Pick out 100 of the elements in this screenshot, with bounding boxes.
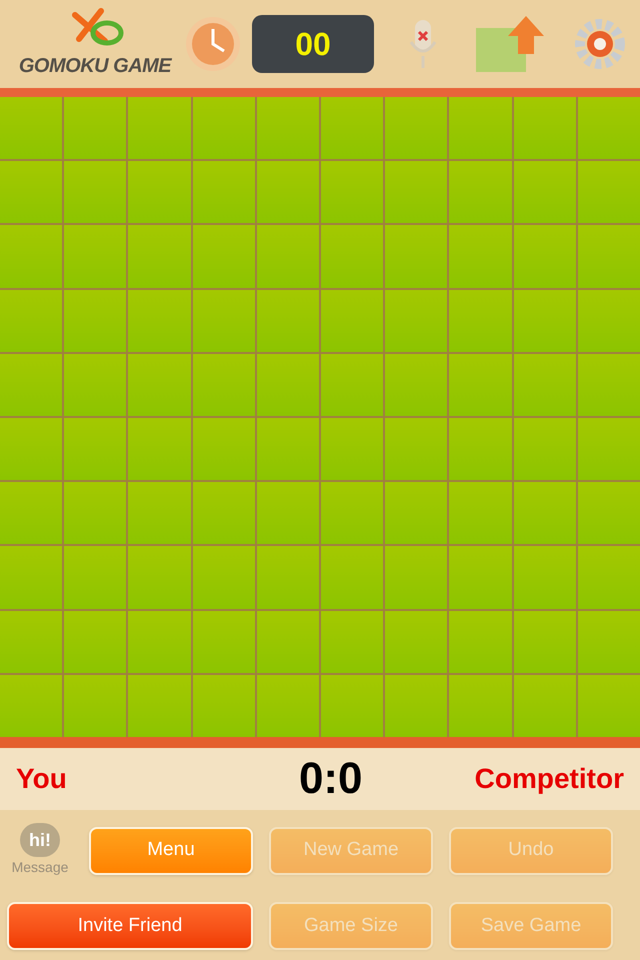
board-cell[interactable] [256, 225, 319, 288]
board-cell[interactable] [128, 97, 191, 160]
board-cell[interactable] [64, 354, 126, 416]
board-cell[interactable] [128, 610, 191, 673]
board-cell[interactable] [128, 290, 191, 352]
board-cell[interactable] [449, 482, 512, 544]
board-cell[interactable] [256, 610, 319, 673]
board-cell[interactable] [514, 482, 576, 544]
board-cell[interactable] [578, 482, 640, 544]
board-cell[interactable] [321, 290, 384, 352]
board-cell[interactable] [385, 674, 448, 737]
game-button[interactable]: Menu [89, 826, 253, 874]
board-cell[interactable] [385, 482, 448, 544]
board-cell[interactable] [0, 418, 62, 480]
board-cell[interactable] [578, 225, 640, 288]
board-cell[interactable] [256, 354, 319, 416]
message-button[interactable]: hi! Message [7, 823, 73, 878]
board-cell[interactable] [64, 546, 126, 609]
board-cell[interactable] [128, 674, 191, 737]
board-cell[interactable] [449, 418, 512, 480]
board-cell[interactable] [514, 161, 576, 224]
board-cell[interactable] [514, 290, 576, 352]
board-cell[interactable] [0, 610, 62, 673]
board-cell[interactable] [192, 482, 255, 544]
board-cell[interactable] [192, 610, 255, 673]
board-cell[interactable] [0, 290, 62, 352]
board-cell[interactable] [192, 418, 255, 480]
board-cell[interactable] [192, 225, 255, 288]
board-cell[interactable] [449, 546, 512, 609]
board-cell[interactable] [0, 546, 62, 609]
board-cell[interactable] [64, 161, 126, 224]
board-cell[interactable] [256, 674, 319, 737]
board-cell[interactable] [192, 161, 255, 224]
board-cell[interactable] [578, 97, 640, 160]
board-cell[interactable] [449, 354, 512, 416]
board-cell[interactable] [578, 610, 640, 673]
board-cell[interactable] [578, 290, 640, 352]
board-cell[interactable] [578, 161, 640, 224]
board-cell[interactable] [514, 546, 576, 609]
board-cell[interactable] [128, 354, 191, 416]
board-cell[interactable] [0, 225, 62, 288]
board-cell[interactable] [321, 418, 384, 480]
board-cell[interactable] [449, 225, 512, 288]
board-cell[interactable] [578, 418, 640, 480]
board-cell[interactable] [192, 546, 255, 609]
muted-microphone-icon[interactable] [408, 18, 438, 70]
board-cell[interactable] [321, 674, 384, 737]
board-cell[interactable] [321, 354, 384, 416]
board-cell[interactable] [64, 225, 126, 288]
board-cell[interactable] [385, 418, 448, 480]
board-cell[interactable] [385, 97, 448, 160]
board-cell[interactable] [321, 225, 384, 288]
board-cell[interactable] [514, 97, 576, 160]
board-cell[interactable] [0, 161, 62, 224]
board-cell[interactable] [128, 546, 191, 609]
game-button[interactable]: Invite Friend [7, 902, 253, 950]
board-cell[interactable] [0, 674, 62, 737]
board-cell[interactable] [64, 290, 126, 352]
board-cell[interactable] [578, 354, 640, 416]
board-cell[interactable] [256, 97, 319, 160]
board-cell[interactable] [321, 161, 384, 224]
board-cell[interactable] [385, 225, 448, 288]
board-cell[interactable] [514, 418, 576, 480]
board-cell[interactable] [64, 97, 126, 160]
board-cell[interactable] [449, 610, 512, 673]
board-cell[interactable] [256, 482, 319, 544]
board-cell[interactable] [64, 482, 126, 544]
board-cell[interactable] [256, 546, 319, 609]
board-cell[interactable] [321, 546, 384, 609]
board-cell[interactable] [0, 97, 62, 160]
board-cell[interactable] [192, 290, 255, 352]
board-cell[interactable] [385, 354, 448, 416]
board-cell[interactable] [449, 674, 512, 737]
board-cell[interactable] [321, 610, 384, 673]
board-cell[interactable] [514, 354, 576, 416]
board-cell[interactable] [0, 482, 62, 544]
board-cell[interactable] [449, 290, 512, 352]
board-cell[interactable] [385, 161, 448, 224]
board-cell[interactable] [64, 674, 126, 737]
board-cell[interactable] [385, 610, 448, 673]
board-cell[interactable] [128, 418, 191, 480]
board-cell[interactable] [128, 225, 191, 288]
board-cell[interactable] [128, 161, 191, 224]
board-cell[interactable] [578, 546, 640, 609]
board-cell[interactable] [0, 354, 62, 416]
board-cell[interactable] [321, 482, 384, 544]
board-cell[interactable] [449, 161, 512, 224]
board-cell[interactable] [192, 674, 255, 737]
board-cell[interactable] [192, 354, 255, 416]
clock-icon[interactable] [184, 15, 242, 73]
board-cell[interactable] [321, 97, 384, 160]
board-cell[interactable] [256, 161, 319, 224]
board-cell[interactable] [256, 418, 319, 480]
board-cell[interactable] [514, 610, 576, 673]
board-cell[interactable] [64, 418, 126, 480]
board-cell[interactable] [256, 290, 319, 352]
board-cell[interactable] [64, 610, 126, 673]
board-cell[interactable] [449, 97, 512, 160]
gear-refresh-icon[interactable] [574, 18, 626, 70]
board-cell[interactable] [192, 97, 255, 160]
